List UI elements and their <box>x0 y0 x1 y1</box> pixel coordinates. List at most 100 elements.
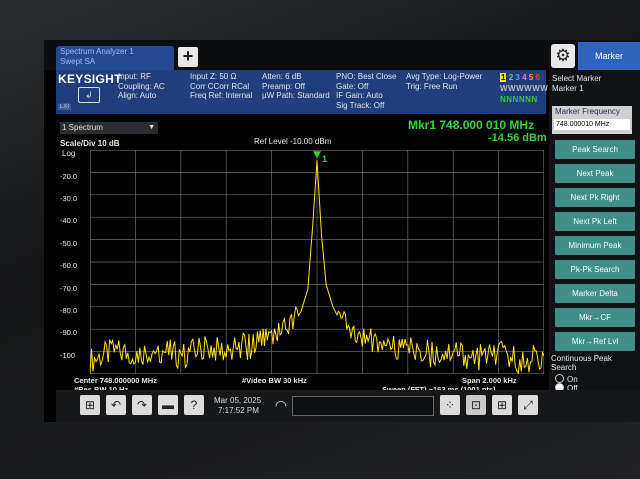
continuous-peak-label-line2: Search <box>551 363 577 372</box>
info-impedance-group[interactable]: Input Z: 50 Ω Corr CCorr RCal Freq Ref: … <box>190 72 252 101</box>
clock-date: Mar 05, 2025 <box>214 396 262 405</box>
plot-grid <box>90 150 544 374</box>
info-pno-group[interactable]: PNO: Best Close Gate: Off IF Gain: Auto … <box>336 72 396 110</box>
marker-readout-amplitude: -14.56 dBm <box>488 132 547 144</box>
y-tick-label: -30.0 <box>60 194 78 203</box>
spectrum-trace-window[interactable]: 1 Spectrum ▼ Scale/Div 10 dB Log Ref Lev… <box>56 114 547 394</box>
plus-icon: + <box>182 46 194 66</box>
settings-button[interactable]: ⚙ <box>551 44 575 68</box>
info-uw-path: µW Path: Standard <box>262 91 330 100</box>
trace-6-number: 6 <box>535 73 540 82</box>
grid-icon: ⊞ <box>496 398 508 412</box>
tile-icon: ⊡ <box>470 398 482 412</box>
windows-start-button[interactable]: ⊞ <box>80 395 100 415</box>
window-select-dropdown[interactable]: 1 Spectrum ▼ <box>60 122 158 134</box>
marker-readout-frequency: Mkr1 748.000 010 MHz <box>408 118 535 132</box>
info-atten: Atten: 6 dB <box>262 72 302 81</box>
tab-title: Spectrum Analyzer 1 <box>60 47 134 56</box>
fullscreen-button[interactable]: ⤢ <box>518 395 538 415</box>
info-coupling: Coupling: AC <box>118 81 165 91</box>
ref-level-label[interactable]: Ref Level -10.00 dBm <box>254 137 331 146</box>
windows-icon: ⊞ <box>84 398 96 412</box>
info-gate: Gate: Off <box>336 81 369 91</box>
folder-icon: ▬ <box>162 398 174 412</box>
center-frequency[interactable]: Center 748.000000 MHz <box>74 376 157 385</box>
marker-frequency-label: Marker Frequency <box>555 107 620 116</box>
help-icon: ? <box>190 398 198 412</box>
lxi-badge: LXI <box>58 104 72 110</box>
next-peak-button[interactable]: Next Peak <box>555 164 635 183</box>
trace-1-number: 1 <box>500 73 507 82</box>
message-button[interactable]: ◠ <box>272 395 290 415</box>
info-preamp: Preamp: Off <box>262 81 305 91</box>
span-value[interactable]: Span 2.000 kHz <box>462 376 517 385</box>
chevron-down-icon: ▼ <box>148 124 155 131</box>
fullscreen-icon: ⤢ <box>523 398 533 412</box>
scale-per-div[interactable]: Scale/Div 10 dB <box>60 139 120 148</box>
info-avg-group[interactable]: Avg Type: Log-Power Trig: Free Run <box>406 72 482 91</box>
spectrum-plot[interactable]: 1 <box>90 150 544 374</box>
info-freq-ref: Freq Ref: Internal <box>190 91 253 100</box>
system-clock: Mar 05, 2025 7:17:52 PM <box>214 396 261 416</box>
taskbar: ⊞ ↶ ↷ ▬ ? Mar 05, 2025 7:17:52 PM ◠ ⁘ ⊡ … <box>56 390 640 422</box>
info-trig: Trig: Free Run <box>406 81 458 91</box>
layout-zoom-button[interactable]: ⁘ <box>440 395 460 415</box>
y-tick-label: -50.0 <box>60 239 78 248</box>
y-tick-label: -100 <box>60 351 76 360</box>
info-correction: Corr CCorr RCal <box>190 81 250 91</box>
info-if-gain: IF Gain: Auto <box>336 91 383 100</box>
return-arrow-icon: ↲ <box>85 90 93 100</box>
tab-bar: Spectrum Analyzer 1 Swept SA + ⚙ Marker <box>44 40 640 70</box>
select-marker-control[interactable]: Select Marker Marker 1 <box>552 74 601 94</box>
info-atten-group[interactable]: Atten: 6 dB Preamp: Off µW Path: Standar… <box>262 72 330 101</box>
pk-pk-search-button[interactable]: Pk-Pk Search <box>555 260 635 279</box>
add-tab-button[interactable]: + <box>178 47 198 67</box>
undo-button[interactable]: ↶ <box>106 395 126 415</box>
y-tick-label: -40.0 <box>60 216 78 225</box>
info-align: Align: Auto <box>118 91 157 100</box>
marker-1: 1 <box>313 151 327 164</box>
next-pk-left-button[interactable]: Next Pk Left <box>555 212 635 231</box>
marker-delta-button[interactable]: Marker Delta <box>555 284 635 303</box>
info-input-group[interactable]: Input: RF Coupling: AC Align: Auto <box>118 72 165 101</box>
info-pno: PNO: Best Close <box>336 72 397 81</box>
display-toggle-button[interactable]: ↲ <box>78 87 100 103</box>
select-marker-label: Select Marker <box>552 74 602 83</box>
gear-icon: ⚙ <box>555 46 571 65</box>
keysight-logo: KEYSIGHT <box>58 72 122 86</box>
help-button[interactable]: ? <box>184 395 204 415</box>
menu-tab-marker[interactable]: Marker <box>578 42 640 70</box>
trace-5-number: 5 <box>528 73 534 82</box>
marker-1-label: 1 <box>322 154 327 164</box>
continuous-peak-label-line1: Continuous Peak <box>551 354 612 363</box>
y-tick-label: -90.0 <box>60 328 78 337</box>
redo-icon: ↷ <box>136 398 148 412</box>
analyzer-screen: Spectrum Analyzer 1 Swept SA + ⚙ Marker … <box>44 40 640 422</box>
redo-button[interactable]: ↷ <box>132 395 152 415</box>
trace-types: WWWWWW <box>500 84 549 93</box>
trace-indicator[interactable]: 1 2 3 4 5 6 WWWWWW NNNNNN <box>500 72 548 105</box>
info-input: Input: RF <box>118 72 151 81</box>
marker-1-diamond <box>313 151 321 159</box>
trace-3-number: 3 <box>515 73 520 82</box>
marker-frequency-control[interactable]: Marker Frequency 748.000010 MHz <box>552 106 632 134</box>
tab-spectrum-analyzer[interactable]: Spectrum Analyzer 1 Swept SA <box>56 46 174 70</box>
radio-off-icon <box>555 374 564 383</box>
trace-4-number: 4 <box>522 73 527 82</box>
mkr-to-cf-button[interactable]: Mkr→CF <box>555 308 635 327</box>
peak-search-button[interactable]: Peak Search <box>555 140 635 159</box>
mkr-to-ref-lvl-button[interactable]: Mkr→Ref Lvl <box>555 332 635 351</box>
continuous-peak-search-label: Continuous Peak Search <box>551 354 612 372</box>
video-bw[interactable]: #Video BW 30 kHz <box>242 376 307 385</box>
next-pk-right-button[interactable]: Next Pk Right <box>555 188 635 207</box>
info-input-z: Input Z: 50 Ω <box>190 72 237 81</box>
select-marker-value: Marker 1 <box>552 84 584 93</box>
undo-icon: ↶ <box>110 398 122 412</box>
file-button[interactable]: ▬ <box>158 395 178 415</box>
layout-tile-button[interactable]: ⊡ <box>466 395 486 415</box>
marker-frequency-input[interactable]: 748.000010 MHz <box>554 119 630 130</box>
trace-numbers: 1 2 3 4 5 6 <box>500 72 548 83</box>
layout-grid-button[interactable]: ⊞ <box>492 395 512 415</box>
y-tick-label: -70.0 <box>60 284 78 293</box>
minimum-peak-button[interactable]: Minimum Peak <box>555 236 635 255</box>
